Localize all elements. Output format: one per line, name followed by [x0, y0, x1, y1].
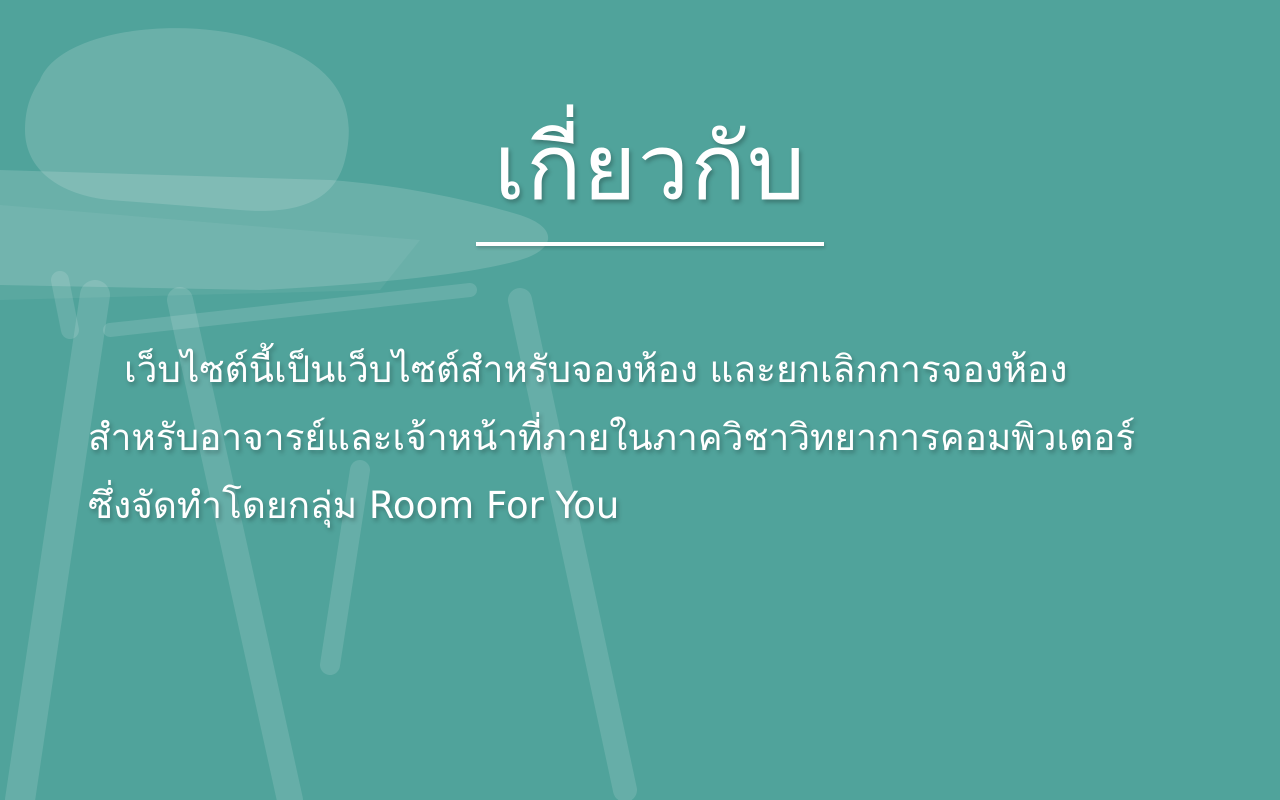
about-page: เกี่ยวกับ เว็บไซต์นี้เป็นเว็บไซต์สำหรับจ… [0, 0, 1280, 800]
description-line: เว็บไซต์นี้เป็นเว็บไซต์สำหรับจองห้อง และ… [124, 348, 1068, 391]
description-line: สำหรับอาจารย์และเจ้าหน้าที่ภายในภาควิชาว… [88, 416, 1136, 459]
page-title: เกี่ยวกับ [493, 114, 807, 221]
title-underline [476, 242, 824, 246]
about-description: เว็บไซต์นี้เป็นเว็บไซต์สำหรับจองห้อง และ… [88, 336, 1248, 540]
description-line: ซึ่งจัดทำโดยกลุ่ม Room For You [88, 484, 620, 527]
